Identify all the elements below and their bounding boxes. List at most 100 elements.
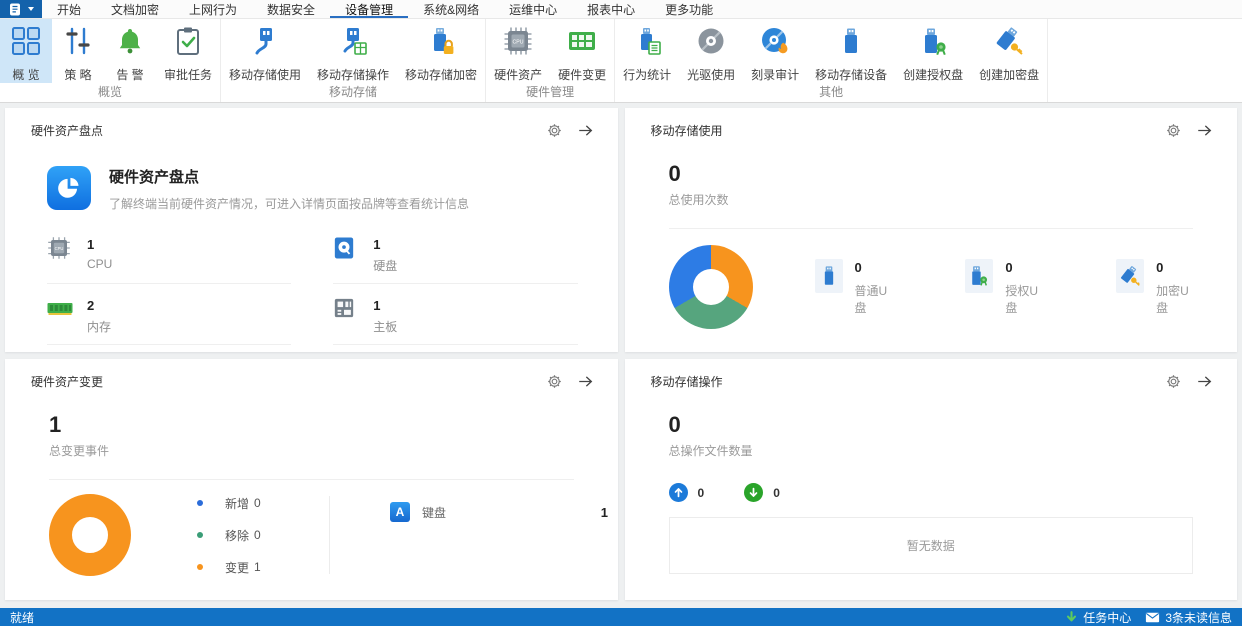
envelope-icon xyxy=(1146,612,1160,622)
circuit-board-icon xyxy=(567,26,597,61)
total-operation-value: 0 xyxy=(668,412,681,437)
menu-item-system-network[interactable]: 系统&网络 xyxy=(408,0,494,18)
total-usage-value: 0 xyxy=(668,161,681,186)
menu-item-ops-center[interactable]: 运维中心 xyxy=(494,0,572,18)
ribbon-group-label: 其他 xyxy=(819,85,844,99)
total-operation-label: 总操作文件数量 xyxy=(668,444,753,458)
download-arrow-icon xyxy=(1067,610,1077,621)
card-hardware-change: 硬件资产变更 1 总变更事件 新增 0 移除 0 变更 1 A 键盘 1 xyxy=(5,359,618,600)
status-bar: 就绪 任务中心 3条未读信息 xyxy=(0,608,1242,626)
gear-icon[interactable] xyxy=(1166,123,1181,138)
menu-item-start[interactable]: 开始 xyxy=(42,0,96,18)
ribbon-group-other: 行为统计 光驱使用 刻录审计 移动存储设备 创建授权盘 创建加密盘 其他 xyxy=(615,19,1049,102)
arrow-right-icon[interactable] xyxy=(577,123,594,138)
arrow-right-icon[interactable] xyxy=(1196,123,1213,138)
total-usage-label: 总使用次数 xyxy=(668,193,729,207)
arrow-right-icon[interactable] xyxy=(577,374,594,389)
stat-hard-disk: 1 硬盘 xyxy=(333,236,578,284)
stat-motherboard: 1 主板 xyxy=(333,297,578,345)
card-hardware-inventory: 硬件资产盘点 硬件资产盘点 了解终端当前硬件资产情况，可进入详情页面按品牌等查看… xyxy=(5,108,618,352)
clipboard-check-icon xyxy=(173,26,203,61)
disc-icon xyxy=(696,26,726,61)
stat-memory: 2 内存 xyxy=(47,297,292,345)
ribbon-button-behavior-stats[interactable]: 行为统计 xyxy=(615,19,679,83)
app-logo-icon xyxy=(9,3,20,15)
grid-icon xyxy=(11,26,41,61)
ribbon-button-create-encrypted-disk[interactable]: 创建加密盘 xyxy=(971,19,1047,83)
ribbon-group-hardware: CPU 硬件资产 硬件变更 硬件管理 xyxy=(486,19,616,102)
app-menu-button[interactable] xyxy=(0,0,42,18)
ribbon-group-label: 概览 xyxy=(98,85,123,99)
empty-data-placeholder: 暂无数据 xyxy=(668,517,1193,574)
divider xyxy=(668,228,1193,229)
menu-item-report-center[interactable]: 报表中心 xyxy=(572,0,650,18)
card-title: 移动存储操作 xyxy=(650,375,723,389)
gear-icon[interactable] xyxy=(1166,374,1181,389)
ribbon-button-storage-device[interactable]: 移动存储设备 xyxy=(807,19,895,83)
dashboard-grid: 硬件资产盘点 硬件资产盘点 了解终端当前硬件资产情况，可进入详情页面按品牌等查看… xyxy=(0,103,1242,608)
gear-icon[interactable] xyxy=(547,374,562,389)
total-change-label: 总变更事件 xyxy=(49,444,110,458)
usb-key-icon xyxy=(994,26,1024,61)
menu-item-internet-behavior[interactable]: 上网行为 xyxy=(174,0,252,18)
orange-dot-icon xyxy=(197,564,203,570)
chevron-down-icon xyxy=(27,7,34,11)
ribbon-button-policy[interactable]: 策 略 xyxy=(52,19,104,83)
legend-normal-usb: 0 普通U盘 xyxy=(814,258,892,316)
svg-text:CPU: CPU xyxy=(55,246,64,251)
ribbon-button-overview[interactable]: 概 览 xyxy=(0,19,52,83)
legend-added: 新增 0 xyxy=(197,495,317,512)
change-donut-chart xyxy=(49,494,131,576)
keyboard-a-icon: A xyxy=(390,502,410,522)
menu-item-doc-encryption[interactable]: 文档加密 xyxy=(96,0,174,18)
menu-item-data-security[interactable]: 数据安全 xyxy=(252,0,330,18)
legend-encrypted-usb: 0 加密U盘 xyxy=(1116,258,1193,316)
legend-changed: 变更 1 xyxy=(197,559,317,576)
ribbon-button-approval-tasks[interactable]: 审批任务 xyxy=(156,19,220,83)
usb-plain-icon xyxy=(814,258,843,293)
device-row-keyboard: A 键盘 1 xyxy=(390,502,608,522)
usage-donut-chart xyxy=(668,245,753,329)
ribbon-button-hardware-asset[interactable]: CPU 硬件资产 xyxy=(486,19,550,83)
ribbon-group-label: 移动存储 xyxy=(329,85,378,99)
ribbon-button-storage-operation[interactable]: 移动存储操作 xyxy=(309,19,397,83)
ribbon-button-hardware-change[interactable]: 硬件变更 xyxy=(550,19,614,83)
ribbon-button-burn-audit[interactable]: 刻录审计 xyxy=(743,19,807,83)
blue-dot-icon xyxy=(197,500,203,506)
arrow-right-icon[interactable] xyxy=(1196,374,1213,389)
ribbon-button-storage-usage[interactable]: 移动存储使用 xyxy=(221,19,309,83)
bell-icon xyxy=(115,26,145,61)
task-center-button[interactable]: 任务中心 xyxy=(1065,609,1131,626)
ribbon-group-removable-storage: 移动存储使用 移动存储操作 移动存储加密 移动存储 xyxy=(221,19,487,102)
ribbon-button-alert[interactable]: 告 警 xyxy=(104,19,156,83)
card-title: 移动存储使用 xyxy=(650,124,723,138)
menu-item-device-management[interactable]: 设备管理 xyxy=(330,0,408,18)
download-count: 0 xyxy=(744,483,780,502)
hard-disk-icon xyxy=(333,236,359,260)
ribbon-button-create-authorized-disk[interactable]: 创建授权盘 xyxy=(895,19,971,83)
menu-item-more-features[interactable]: 更多功能 xyxy=(650,0,728,18)
ribbon-button-optical-usage[interactable]: 光驱使用 xyxy=(679,19,743,83)
feature-description: 了解终端当前硬件资产情况，可进入详情页面按品牌等查看统计信息 xyxy=(109,197,470,211)
divider xyxy=(49,479,574,480)
ribbon-button-storage-encryption[interactable]: 移动存储加密 xyxy=(397,19,485,83)
legend-removed: 移除 0 xyxy=(197,527,317,544)
sliders-icon xyxy=(63,26,93,61)
cpu-icon: CPU xyxy=(503,26,533,61)
usb-encrypted-icon xyxy=(1116,258,1145,293)
status-ready-text: 就绪 xyxy=(10,610,35,625)
arrow-up-circle-icon xyxy=(668,483,688,502)
arrow-down-circle-icon xyxy=(744,483,764,502)
ribbon-toolbar: 概 览 策 略 告 警 审批任务 概览 移动存储使用 移动存储操作 移动存储加密… xyxy=(0,19,1242,103)
usb-stick-icon xyxy=(836,26,866,61)
legend-authorized-usb: 0 授权U盘 xyxy=(965,258,1042,316)
svg-text:CPU: CPU xyxy=(513,39,524,45)
disc-burn-icon xyxy=(760,26,790,61)
card-storage-usage: 移动存储使用 0 总使用次数 0 普通U盘 0 授权U盘 0 加密U盘 xyxy=(624,108,1237,352)
usb-list-icon xyxy=(632,26,662,61)
app-window: 开始 文档加密 上网行为 数据安全 设备管理 系统&网络 运维中心 报表中心 更… xyxy=(0,0,1242,626)
usb-plug-table-icon xyxy=(338,26,368,61)
gear-icon[interactable] xyxy=(547,123,562,138)
unread-messages-button[interactable]: 3条未读信息 xyxy=(1145,609,1232,626)
usb-authorized-icon xyxy=(965,258,994,293)
